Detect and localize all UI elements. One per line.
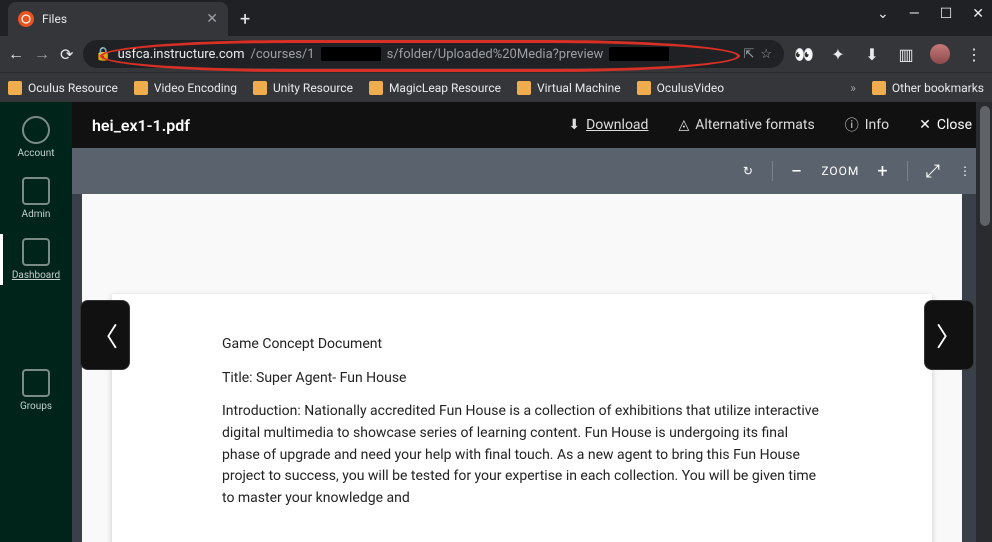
more-icon[interactable]: ⋮ — [959, 164, 972, 178]
star-icon[interactable]: ☆ — [760, 47, 772, 62]
prev-page-button[interactable]: 〈 — [80, 300, 130, 370]
url-path-a: /courses/1 — [250, 47, 314, 62]
fullscreen-icon[interactable]: ⤢ — [926, 161, 941, 182]
alt-label: Alternative formats — [695, 117, 815, 133]
canvas-sidebar: Account Admin Dashboard Groups — [0, 102, 72, 542]
folder-icon — [134, 81, 148, 95]
sidebar-item-dashboard[interactable]: Dashboard — [0, 234, 72, 285]
alt-icon: ◬ — [678, 117, 689, 133]
download-label: Download — [586, 117, 648, 133]
pdf-toolbar: ↻ − ZOOM + ⤢ ⋮ — [72, 148, 992, 194]
scrollbar-thumb[interactable] — [980, 106, 990, 226]
dashboard-icon — [22, 238, 50, 266]
forward-button[interactable]: → — [34, 44, 50, 64]
pdf-page: Game Concept Document Title: Super Agent… — [112, 294, 932, 542]
close-window-icon[interactable]: ✕ — [972, 6, 984, 22]
zoom-in-button[interactable]: + — [877, 161, 888, 182]
bookmark-item[interactable]: MagicLeap Resource — [369, 81, 501, 95]
info-label: Info — [865, 117, 889, 133]
minimize-icon[interactable]: — — [909, 6, 920, 22]
divider — [772, 161, 773, 181]
download-icon: ⬇ — [568, 117, 580, 133]
back-button[interactable]: ← — [8, 44, 24, 64]
next-page-button[interactable]: 〉 — [924, 300, 974, 370]
url-host: usfca.instructure.com — [118, 47, 245, 62]
bookmark-label: Unity Resource — [273, 81, 353, 95]
sidebar-item-groups[interactable]: Groups — [0, 365, 72, 416]
groups-icon — [22, 369, 50, 397]
close-label: Close — [937, 117, 972, 133]
doc-intro: Introduction: Nationally accredited Fun … — [222, 401, 822, 509]
alt-formats-button[interactable]: ◬ Alternative formats — [678, 117, 814, 133]
bookmark-label: OculusVideo — [657, 81, 724, 95]
bookmark-item[interactable]: OculusVideo — [637, 81, 724, 95]
info-button[interactable]: ⓘ Info — [845, 115, 889, 135]
folder-icon — [637, 81, 651, 95]
download-button[interactable]: ⬇ Download — [568, 117, 648, 133]
browser-tab[interactable]: Files ✕ — [8, 2, 228, 36]
bookmark-item[interactable]: Video Encoding — [134, 81, 237, 95]
bookmark-label: MagicLeap Resource — [389, 81, 501, 95]
folder-icon — [872, 81, 886, 95]
bookmark-label: Virtual Machine — [537, 81, 621, 95]
lock-icon: 🔒 — [95, 47, 111, 62]
close-icon: ✕ — [919, 117, 931, 133]
doc-heading: Game Concept Document — [222, 334, 822, 356]
doc-title: Title: Super Agent- Fun House — [222, 368, 822, 390]
extension-icon[interactable]: 👀 — [794, 44, 814, 64]
sidebar-label: Dashboard — [12, 270, 60, 281]
zoom-out-button[interactable]: − — [791, 159, 803, 183]
tab-favicon — [18, 11, 34, 27]
admin-icon — [22, 177, 50, 205]
bookmarks-overflow[interactable]: » — [850, 81, 856, 95]
url-path-b: s/folder/Uploaded%20Media?preview — [387, 47, 604, 62]
bookmark-label: Other bookmarks — [892, 81, 984, 95]
bookmark-item[interactable]: Virtual Machine — [517, 81, 621, 95]
share-icon[interactable]: ⇱ — [743, 47, 754, 62]
new-tab-button[interactable]: + — [240, 9, 250, 36]
bookmark-label: Video Encoding — [154, 81, 237, 95]
close-icon[interactable]: ✕ — [206, 11, 218, 27]
extensions-icon[interactable]: ✦ — [828, 44, 848, 64]
redacted-segment — [321, 47, 381, 61]
folder-icon — [517, 81, 531, 95]
divider — [907, 161, 908, 181]
file-name: hei_ex1-1.pdf — [92, 116, 538, 135]
viewer-header: hei_ex1-1.pdf ⬇ Download ◬ Alternative for… — [72, 102, 992, 148]
menu-icon[interactable]: ⋮ — [964, 44, 984, 64]
account-icon — [22, 116, 50, 144]
folder-icon — [8, 81, 22, 95]
sidebar-item-admin[interactable]: Admin — [0, 173, 72, 224]
profile-avatar[interactable] — [930, 44, 950, 64]
reload-button[interactable]: ⟳ — [60, 45, 73, 64]
address-bar[interactable]: 🔒 usfca.instructure.com /courses/1 s/fol… — [83, 40, 784, 68]
sidebar-label: Admin — [22, 209, 51, 220]
tab-title: Files — [42, 12, 67, 26]
apps-icon[interactable]: ▥ — [896, 44, 916, 64]
zoom-label: ZOOM — [821, 164, 859, 178]
folder-icon — [369, 81, 383, 95]
sidebar-item-account[interactable]: Account — [0, 112, 72, 163]
sidebar-label: Groups — [20, 401, 52, 412]
folder-icon — [253, 81, 267, 95]
pdf-page-area[interactable]: Game Concept Document Title: Super Agent… — [82, 194, 962, 542]
download-icon[interactable]: ⬇ — [862, 44, 882, 64]
bookmark-item[interactable]: Oculus Resource — [8, 81, 118, 95]
maximize-icon[interactable]: ☐ — [940, 6, 953, 22]
close-viewer-button[interactable]: ✕ Close — [919, 117, 972, 133]
sidebar-label: Account — [17, 148, 54, 159]
info-icon: ⓘ — [845, 115, 859, 135]
other-bookmarks[interactable]: Other bookmarks — [872, 81, 984, 95]
bookmark-label: Oculus Resource — [28, 81, 118, 95]
chevron-down-icon[interactable]: ⌄ — [877, 6, 889, 22]
redacted-segment — [609, 47, 669, 61]
rotate-icon[interactable]: ↻ — [743, 164, 754, 178]
bookmark-item[interactable]: Unity Resource — [253, 81, 353, 95]
bookmarks-bar: Oculus Resource Video Encoding Unity Res… — [0, 72, 992, 102]
